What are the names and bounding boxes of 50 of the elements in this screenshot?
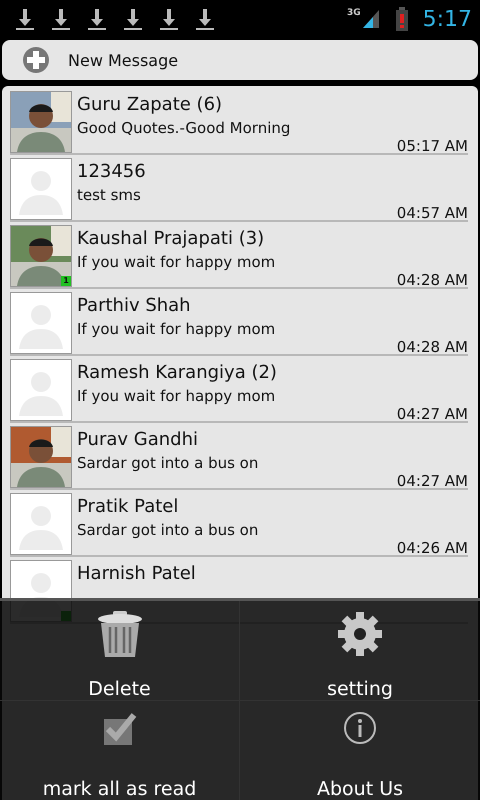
- conversation-row[interactable]: Pratik Patel Sardar got into a bus on 04:26 AM: [10, 490, 468, 557]
- message-time: 04:27 AM: [396, 405, 468, 423]
- contact-name: Pratik Patel: [77, 496, 180, 517]
- add-icon: [22, 46, 50, 74]
- contact-name: Parthiv Shah: [77, 295, 192, 316]
- contact-name: Purav Gandhi: [77, 429, 199, 450]
- clock: 5:17: [422, 6, 472, 32]
- conversation-row[interactable]: Parthiv Shah If you wait for happy mom 04:28 AM: [10, 289, 468, 356]
- conversation-row[interactable]: 1 Kaushal Prajapati (3) If you wait for happy mom 04:28 AM: [10, 222, 468, 289]
- conversation-row[interactable]: Purav Gandhi Sardar got into a bus on 04:27 AM: [10, 423, 468, 490]
- download-icon: [158, 7, 180, 31]
- battery-icon: [394, 7, 409, 31]
- menu-item[interactable]: About Us: [240, 700, 480, 800]
- menu-item[interactable]: mark all as read: [0, 700, 240, 800]
- checkmark-icon: [102, 710, 138, 746]
- message-preview: Good Quotes.-Good Morning: [77, 119, 292, 137]
- download-icon: [14, 7, 36, 31]
- download-icon: [122, 7, 144, 31]
- message-preview: Sardar got into a bus on: [77, 521, 260, 539]
- menu-item[interactable]: Delete: [0, 601, 240, 700]
- message-preview: If you wait for happy mom: [77, 320, 276, 338]
- settings-icon: [337, 611, 383, 657]
- network-type: 3G: [346, 8, 361, 18]
- unread-badge: 1: [61, 276, 71, 286]
- message-preview: If you wait for happy mom: [77, 253, 276, 271]
- message-time: 05:17 AM: [396, 137, 468, 155]
- message-time: 04:26 AM: [396, 539, 468, 557]
- signal-icon: [360, 8, 381, 30]
- contact-name: Harnish Patel: [77, 563, 197, 584]
- message-preview: test sms: [77, 186, 142, 204]
- download-icon: [50, 7, 72, 31]
- download-icon: [86, 7, 108, 31]
- message-time: 04:27 AM: [396, 472, 468, 490]
- contact-name: Guru Zapate (6): [77, 94, 224, 115]
- contact-name: Ramesh Karangiya (2): [77, 362, 278, 383]
- message-preview: If you wait for happy mom: [77, 387, 276, 405]
- message-preview: Sardar got into a bus on: [77, 454, 260, 472]
- message-time: 04:28 AM: [396, 338, 468, 356]
- conversation-row[interactable]: 123456 test sms 04:57 AM: [10, 155, 468, 222]
- contact-name: Kaushal Prajapati (3): [77, 228, 266, 249]
- message-time: 04:28 AM: [396, 271, 468, 289]
- trash-icon: [96, 611, 142, 659]
- conversation-row[interactable]: Ramesh Karangiya (2) If you wait for happy mom 04:27 AM: [10, 356, 468, 423]
- new-message-button[interactable]: New Message: [2, 40, 478, 80]
- info-icon: [343, 710, 377, 744]
- download-icon: [194, 7, 216, 31]
- contact-name: 123456: [77, 161, 147, 182]
- message-time: 04:57 AM: [396, 204, 468, 222]
- conversation-row[interactable]: Guru Zapate (6) Good Quotes.-Good Morning 05:17 AM: [10, 88, 468, 155]
- menu-item[interactable]: setting: [240, 601, 480, 700]
